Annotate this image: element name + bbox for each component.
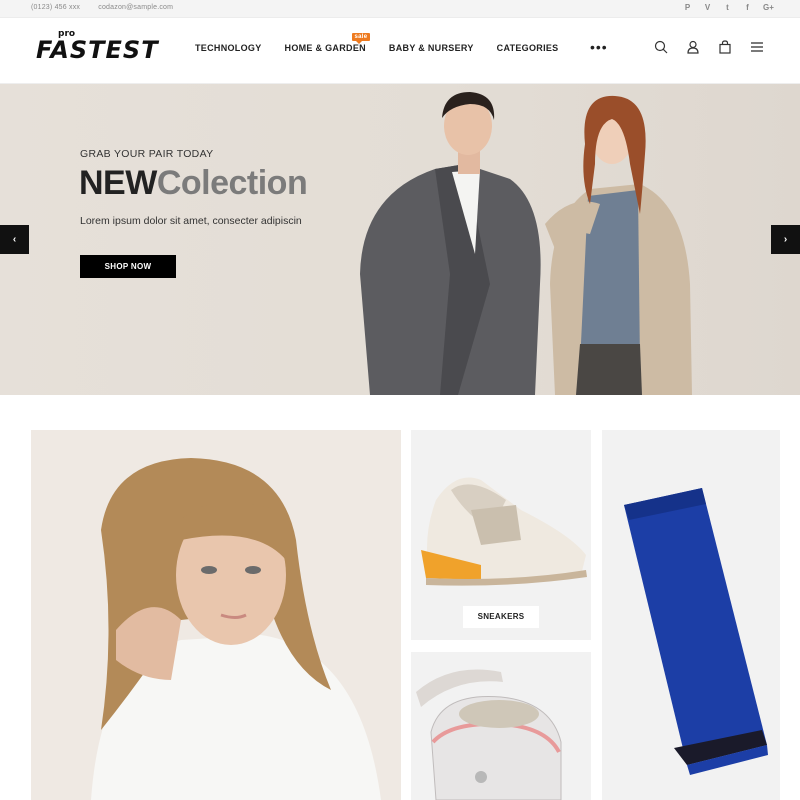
banner-scarf[interactable]	[602, 430, 780, 800]
hero-title-light: Colection	[156, 164, 308, 202]
sneakers-label-button[interactable]: SNEAKERS	[463, 606, 539, 628]
phone-number: (0123) 456 xxx	[31, 4, 81, 11]
banner-sneakers[interactable]: SNEAKERS	[411, 430, 591, 640]
hero-subtitle: Lorem ipsum dolor sit amet, consecter ad…	[80, 215, 302, 227]
pinterest-icon[interactable]: P	[683, 3, 692, 12]
nav-item-technology[interactable]: TECHNOLOGY	[195, 43, 262, 53]
nav-item-home-garden[interactable]: HOME & GARDEN sale	[285, 33, 371, 53]
nav-item-baby-nursery[interactable]: BABY & NURSERY	[389, 43, 474, 53]
banner-bag[interactable]	[411, 652, 591, 800]
contact-info: (0123) 456 xxx codazon@sample.com	[31, 4, 189, 11]
bag-image	[416, 669, 562, 800]
more-menu-button[interactable]: •••	[590, 40, 608, 54]
sale-badge: sale	[351, 33, 371, 44]
twitter-icon[interactable]: t	[723, 3, 732, 12]
menu-icon[interactable]	[750, 40, 764, 54]
top-bar: (0123) 456 xxx codazon@sample.com P V t …	[0, 0, 800, 18]
site-header: FASTEST pro TECHNOLOGY HOME & GARDEN sale…	[0, 18, 800, 84]
shop-now-button[interactable]: SHOP NOW	[80, 255, 176, 278]
facebook-icon[interactable]: f	[743, 3, 752, 12]
chevron-right-icon: ›	[783, 234, 788, 245]
google-plus-icon[interactable]: G+	[763, 3, 774, 12]
scarf-image	[624, 488, 768, 775]
logo-superscript: pro	[58, 29, 76, 39]
main-nav: TECHNOLOGY HOME & GARDEN sale BABY & NURS…	[195, 33, 581, 53]
banner-model[interactable]	[31, 430, 401, 800]
cart-icon[interactable]	[718, 40, 732, 54]
hero-slider: GRAB YOUR PAIR TODAY NEWColection Lorem …	[0, 84, 800, 395]
social-links: P V t f G+	[683, 3, 774, 12]
slider-next-button[interactable]: ›	[771, 225, 800, 254]
vimeo-icon[interactable]: V	[703, 3, 712, 12]
hero-models-image	[360, 92, 692, 395]
sneaker-image	[421, 477, 587, 586]
slider-prev-button[interactable]: ‹	[0, 225, 29, 254]
hero-eyebrow: GRAB YOUR PAIR TODAY	[80, 148, 214, 160]
site-logo[interactable]: FASTEST pro	[36, 29, 159, 64]
user-icon[interactable]	[686, 40, 700, 54]
chevron-left-icon: ‹	[12, 234, 17, 245]
header-actions	[654, 40, 764, 54]
hero-title: NEWColection	[79, 164, 308, 203]
model-portrait-image	[91, 458, 381, 800]
hero-title-bold: NEW	[79, 164, 157, 202]
logo-text: FASTEST	[36, 36, 159, 64]
search-icon[interactable]	[654, 40, 668, 54]
nav-item-categories[interactable]: CATEGORIES	[497, 43, 559, 53]
email-address[interactable]: codazon@sample.com	[98, 4, 173, 11]
